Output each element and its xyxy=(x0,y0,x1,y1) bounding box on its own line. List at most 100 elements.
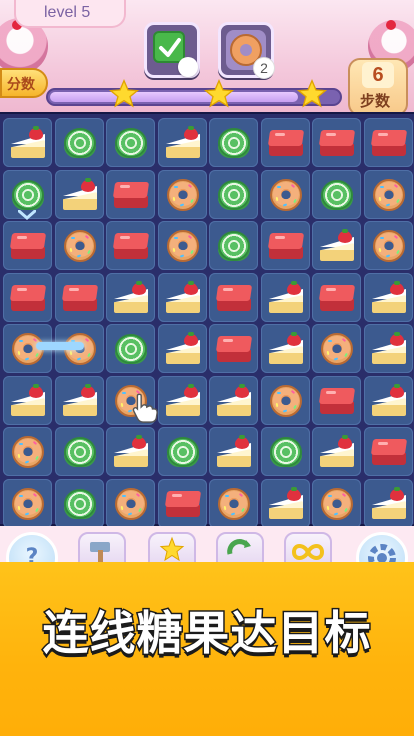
board-cell[interactable] xyxy=(158,118,207,167)
board-cell[interactable] xyxy=(106,273,155,322)
board-cell[interactable] xyxy=(364,170,413,219)
candy-link-line xyxy=(36,342,84,350)
board-cell[interactable] xyxy=(364,324,413,373)
cake-icon xyxy=(164,126,202,160)
board-cell[interactable] xyxy=(364,376,413,425)
board-cell[interactable] xyxy=(3,221,52,270)
donut-icon xyxy=(112,487,150,521)
cake-icon xyxy=(267,487,305,521)
board-cell[interactable] xyxy=(364,273,413,322)
board-cell[interactable] xyxy=(312,324,361,373)
board-cell[interactable] xyxy=(209,221,258,270)
cake-icon xyxy=(215,435,253,469)
swirl-candy-icon xyxy=(112,126,150,160)
board-cell[interactable] xyxy=(312,273,361,322)
board-cell[interactable] xyxy=(261,118,310,167)
board-cell[interactable] xyxy=(3,479,52,528)
board-cell[interactable] xyxy=(55,479,104,528)
board-cell[interactable] xyxy=(312,376,361,425)
board-cell[interactable] xyxy=(261,221,310,270)
cake-icon xyxy=(9,126,47,160)
board-cell[interactable] xyxy=(158,324,207,373)
board-cell[interactable] xyxy=(158,479,207,528)
board-cell[interactable] xyxy=(209,273,258,322)
board-cell[interactable] xyxy=(3,427,52,476)
board-cell[interactable] xyxy=(209,376,258,425)
board-cell[interactable] xyxy=(158,427,207,476)
cake-icon xyxy=(267,332,305,366)
board-cell[interactable] xyxy=(364,118,413,167)
board-cell[interactable] xyxy=(261,479,310,528)
board-cell[interactable] xyxy=(158,170,207,219)
cake-icon xyxy=(112,435,150,469)
board-cell[interactable] xyxy=(364,427,413,476)
donut-icon xyxy=(267,178,305,212)
board-cell[interactable] xyxy=(261,427,310,476)
board-cell[interactable] xyxy=(158,376,207,425)
jelly-cube-icon xyxy=(112,178,150,212)
swirl-candy-icon xyxy=(215,229,253,263)
board-cell[interactable] xyxy=(55,118,104,167)
donut-icon xyxy=(370,229,408,263)
cake-icon xyxy=(164,384,202,418)
board-cell[interactable] xyxy=(106,324,155,373)
swirl-candy-icon xyxy=(61,435,99,469)
board-cell[interactable] xyxy=(3,118,52,167)
jelly-cube-icon xyxy=(9,281,47,315)
board-cell[interactable] xyxy=(106,221,155,270)
cake-icon xyxy=(318,229,356,263)
board-cell[interactable] xyxy=(312,118,361,167)
swirl-candy-icon xyxy=(267,435,305,469)
score-pill: 分数 xyxy=(0,68,48,98)
cake-icon xyxy=(215,384,253,418)
donut-icon xyxy=(164,178,202,212)
donut-icon xyxy=(318,487,356,521)
promo-banner: 连线糖果达目标 xyxy=(0,562,414,736)
board-cell[interactable] xyxy=(209,118,258,167)
board-cell[interactable] xyxy=(158,273,207,322)
cake-icon xyxy=(164,281,202,315)
hint-arrow-icon xyxy=(18,210,36,220)
swirl-candy-icon xyxy=(215,126,253,160)
board-cell[interactable] xyxy=(209,479,258,528)
board-cell[interactable] xyxy=(106,427,155,476)
board-cell[interactable] xyxy=(3,273,52,322)
board-cell[interactable] xyxy=(261,324,310,373)
swirl-candy-icon xyxy=(215,178,253,212)
board-cell[interactable] xyxy=(209,170,258,219)
board-cell[interactable] xyxy=(312,479,361,528)
jelly-cube-icon xyxy=(267,229,305,263)
board-cell[interactable] xyxy=(3,376,52,425)
booster-toolbar: ? xyxy=(0,526,414,584)
swirl-candy-icon xyxy=(112,332,150,366)
board-cell[interactable] xyxy=(261,170,310,219)
donut-icon xyxy=(215,487,253,521)
board-cell[interactable] xyxy=(106,118,155,167)
board-cell[interactable] xyxy=(55,427,104,476)
jelly-cube-icon xyxy=(370,126,408,160)
board-cell[interactable] xyxy=(55,376,104,425)
score-progress-fill xyxy=(50,92,298,102)
board-cell[interactable] xyxy=(261,273,310,322)
board-cell[interactable] xyxy=(209,324,258,373)
board-cell[interactable] xyxy=(158,221,207,270)
star-icon xyxy=(108,78,140,108)
jelly-cube-icon xyxy=(370,435,408,469)
cake-icon xyxy=(370,332,408,366)
board-cell[interactable] xyxy=(312,427,361,476)
board-cell[interactable] xyxy=(55,170,104,219)
board-cell[interactable] xyxy=(364,479,413,528)
board-cell[interactable] xyxy=(106,170,155,219)
board-cell[interactable] xyxy=(209,427,258,476)
board-cell[interactable] xyxy=(55,221,104,270)
board-cell[interactable] xyxy=(55,273,104,322)
board-cell[interactable] xyxy=(312,221,361,270)
board-cell[interactable] xyxy=(364,221,413,270)
donut-icon xyxy=(267,384,305,418)
board-cell[interactable] xyxy=(261,376,310,425)
candy-board xyxy=(0,112,414,528)
board-cell[interactable] xyxy=(106,479,155,528)
goal-remaining-count: 2 xyxy=(253,57,275,79)
board-cell[interactable] xyxy=(312,170,361,219)
banner-slogan: 连线糖果达目标 xyxy=(41,605,372,662)
